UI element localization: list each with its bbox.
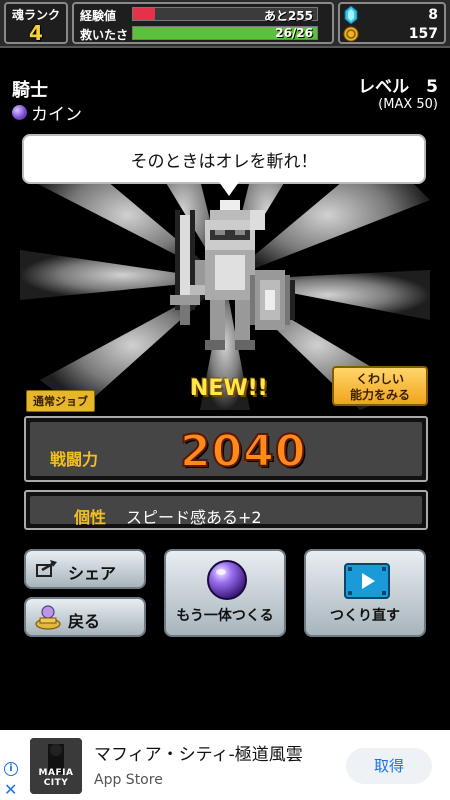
level-info: レベル 5 (MAX 50) [358,72,438,112]
knight-sprite [170,200,295,350]
ad-info-icon[interactable]: i [4,762,18,776]
soul-orb-icon [207,560,247,600]
coin-icon [343,26,359,42]
exp-bar: あと255 [132,7,318,23]
back-button[interactable]: 戻る [24,597,146,637]
create-another-button[interactable]: もう一体つくる [164,549,286,637]
remake-label: つくり直す [330,608,400,624]
view-details-line2: 能力をみる [349,388,410,402]
trait-value: スピード感ある+2 [126,508,262,527]
ad-banner[interactable]: i ✕ MAFIA CITY マフィア・シティ-極道風雲 App Store 取… [0,730,450,800]
rescued-count-text: 26/26 [275,26,313,40]
video-icon [344,563,390,599]
create-another-label: もう一体つくる [176,608,274,624]
combat-power-panel: 戦闘力 2040 [24,416,428,482]
character-name: カイン [31,105,82,125]
combat-power-panel-inner: 戦闘力 2040 [30,422,422,478]
ad-store: App Store [94,772,163,788]
combat-power-label: 戦闘力 [50,450,99,469]
rescued-label: 救いたさ [80,28,129,42]
status-bar: 魂ランク 4 経験値 あと255 救いたさ 26/26 8 157 [0,0,450,48]
pedestal-orb-icon [35,605,61,630]
exp-label: 経験値 [80,9,117,23]
gem-icon [344,6,358,24]
ad-thumb-text: MAFIA CITY [38,768,74,788]
coin-count: 157 [408,26,438,42]
trait-panel-inner: 個性 スピード感ある+2 [30,496,422,527]
speech-bubble: そのときはオレを斬れ！ [22,134,426,184]
speech-text: そのときはオレを斬れ！ [130,151,318,172]
soul-rank-box: 魂ランク 4 [4,2,68,45]
new-label: NEW!! [190,376,268,401]
trait-label: 個性 [74,508,107,527]
exp-remaining-text: あと255 [263,9,313,23]
job-name: 騎士 [12,80,48,101]
gem-count: 8 [428,7,438,23]
character-name-row: カイン [12,100,82,125]
view-details-button[interactable]: くわしい 能力をみる [332,366,428,406]
rescued-bar: 26/26 [132,26,318,40]
level-text: レベル 5 [358,77,438,97]
remake-button[interactable]: つくり直す [304,549,426,637]
back-button-label: 戻る [68,612,101,631]
combat-power-value: 2040 [179,425,307,478]
level-max: (MAX 50) [378,97,438,112]
soul-orb-icon [12,105,27,120]
ad-get-button[interactable]: 取得 [346,748,432,784]
job-type-badge: 通常ジョブ [26,390,95,412]
speech-bubble-tail [219,182,239,196]
trait-panel: 個性 スピード感ある+2 [24,490,428,530]
ad-app-icon[interactable]: MAFIA CITY [30,738,82,794]
view-details-line1: くわしい [355,372,404,386]
stats-box: 経験値 あと255 救いたさ 26/26 [72,2,334,44]
share-icon [36,560,57,577]
ad-close-icon[interactable]: ✕ [4,780,17,799]
soul-rank-value: 4 [29,21,43,45]
share-button-label: シェア [68,564,117,583]
ad-title: マフィア・シティ-極道風雲 [94,745,303,765]
share-button[interactable]: シェア [24,549,146,589]
currency-box: 8 157 [338,2,446,44]
exp-bar-fill [133,8,156,20]
